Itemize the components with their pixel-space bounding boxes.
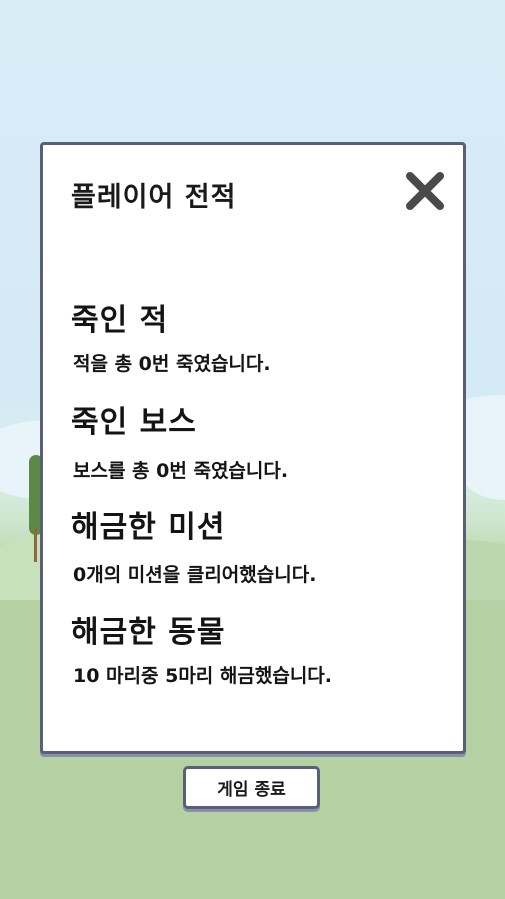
exit-game-button[interactable]: 게임 종료: [183, 766, 320, 809]
stat-title-missions: 해금한 미션: [71, 510, 226, 545]
panel-title: 플레이어 전적: [71, 182, 237, 213]
stat-desc-enemies: 적을 총 0번 죽였습니다.: [73, 353, 271, 375]
tree-trunk: [34, 528, 37, 562]
stat-title-bosses: 죽인 보스: [71, 405, 197, 440]
stat-desc-missions: 0개의 미션을 클리어했습니다.: [73, 564, 317, 586]
close-button[interactable]: [401, 167, 449, 215]
stat-desc-animals: 10 마리중 5마리 해금했습니다.: [73, 665, 333, 687]
close-x-icon: [406, 172, 444, 210]
stat-title-animals: 해금한 동물: [71, 615, 226, 650]
player-stats-panel: 플레이어 전적 죽인 적 적을 총 0번 죽였습니다. 죽인 보스 보스를 총 …: [40, 142, 466, 754]
game-scene: 플레이어 전적 죽인 적 적을 총 0번 죽였습니다. 죽인 보스 보스를 총 …: [0, 0, 505, 899]
stat-desc-bosses: 보스를 총 0번 죽였습니다.: [73, 460, 289, 482]
stat-title-enemies: 죽인 적: [71, 303, 169, 338]
